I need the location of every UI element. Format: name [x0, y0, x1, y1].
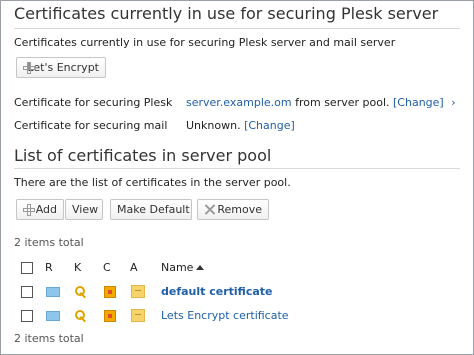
- plesk-certificate-value: server.example.om from server pool. [Cha…: [186, 96, 456, 109]
- column-k-header[interactable]: K: [74, 261, 81, 274]
- section-description: Certificates currently in use for securi…: [14, 36, 396, 49]
- plesk-certificate-chevron-icon[interactable]: ›: [451, 96, 455, 109]
- section-divider: [14, 168, 460, 169]
- envelope-icon: [46, 311, 60, 321]
- remove-icon: [204, 204, 213, 216]
- change-plesk-certificate-link[interactable]: [Change]: [393, 96, 444, 109]
- server-certificate-link[interactable]: server.example.om: [186, 96, 292, 109]
- lets-encrypt-label: Let's Encrypt: [27, 61, 99, 74]
- add-button[interactable]: Add: [16, 199, 64, 220]
- note-icon: [131, 285, 145, 298]
- row-checkbox[interactable]: [21, 286, 33, 298]
- select-all-checkbox[interactable]: [21, 262, 33, 274]
- column-a-header[interactable]: A: [130, 261, 138, 274]
- mail-certificate-label: Certificate for securing mail: [14, 119, 168, 132]
- section-divider: [14, 28, 460, 29]
- sort-ascending-icon: [196, 265, 205, 270]
- row-checkbox[interactable]: [21, 310, 33, 322]
- remove-label: Remove: [217, 203, 262, 216]
- key-icon: [75, 286, 87, 299]
- column-name-header[interactable]: Name: [161, 261, 205, 274]
- server-pool-description: There are the list of certificates in th…: [14, 176, 291, 189]
- mail-certificate-value: Unknown. [Change]: [186, 119, 295, 132]
- note-icon: [131, 309, 145, 322]
- lets-encrypt-button[interactable]: Let's Encrypt: [16, 57, 106, 78]
- view-label: View: [72, 203, 99, 216]
- mail-certificate-status: Unknown.: [186, 119, 245, 132]
- items-total-top: 2 items total: [14, 236, 84, 249]
- envelope-icon: [46, 287, 60, 297]
- certificate-name-link[interactable]: default certificate: [161, 285, 272, 298]
- change-mail-certificate-link[interactable]: [Change]: [244, 119, 295, 132]
- items-total-bottom: 2 items total: [14, 332, 84, 345]
- key-icon: [75, 310, 87, 323]
- plesk-certificate-label: Certificate for securing Plesk: [14, 96, 173, 109]
- plus-icon: [23, 203, 35, 216]
- column-r-header[interactable]: R: [45, 261, 53, 274]
- make-default-button[interactable]: Make Default: [110, 199, 192, 220]
- certificate-name-link[interactable]: Lets Encrypt certificate: [161, 309, 289, 322]
- certificate-icon: [104, 310, 116, 322]
- plesk-certificate-source: from server pool.: [291, 96, 394, 109]
- view-button[interactable]: View: [65, 199, 103, 220]
- certificate-icon: [104, 286, 116, 298]
- section-title-plesk-certificates: Certificates currently in use for securi…: [14, 4, 439, 23]
- column-c-header[interactable]: C: [103, 261, 111, 274]
- make-default-label: Make Default: [117, 203, 190, 216]
- column-name-label: Name: [161, 261, 194, 274]
- section-title-server-pool: List of certificates in server pool: [14, 146, 272, 165]
- remove-button[interactable]: Remove: [197, 199, 269, 220]
- add-label: Add: [35, 203, 57, 216]
